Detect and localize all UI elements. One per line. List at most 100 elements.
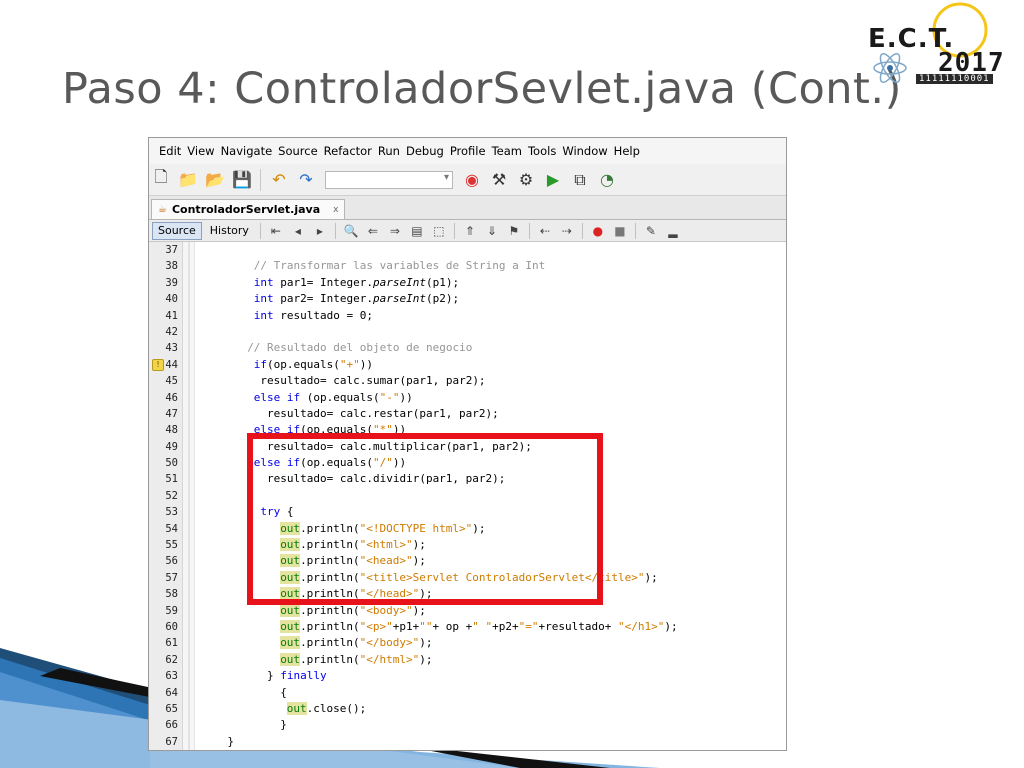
code-line[interactable]: } finally <box>195 668 786 684</box>
debug-icon[interactable]: ⧉ <box>568 168 592 192</box>
code-line[interactable]: resultado= calc.restar(par1, par2); <box>195 406 786 422</box>
menu-item-source[interactable]: Source <box>275 144 321 158</box>
code-line[interactable] <box>195 242 786 258</box>
tab-source[interactable]: Source <box>152 221 202 240</box>
menu-item-edit[interactable]: Edit <box>156 144 184 158</box>
code-token: "<body>" <box>359 603 413 617</box>
menu-item-tools[interactable]: Tools <box>525 144 559 158</box>
menu-item-debug[interactable]: Debug <box>403 144 447 158</box>
code-token: int <box>253 308 274 322</box>
menu-item-navigate[interactable]: Navigate <box>218 144 276 158</box>
previous-bookmark-icon[interactable]: ⇑ <box>460 222 480 240</box>
redo-icon[interactable]: ↷ <box>294 168 318 192</box>
find-previous-icon[interactable]: ⇐ <box>363 222 383 240</box>
toolbar-separator <box>260 168 261 191</box>
code-token: par1= Integer. <box>273 275 374 289</box>
browser-icon[interactable]: ◉ <box>460 168 484 192</box>
menu-item-team[interactable]: Team <box>489 144 525 158</box>
line-number: 62 <box>165 653 178 666</box>
toggle-bookmark-icon[interactable]: ⚑ <box>504 222 524 240</box>
code-line[interactable]: out.close(); <box>195 701 786 717</box>
line-number: 38 <box>165 260 178 273</box>
code-line[interactable]: out.println("</html>"); <box>195 652 786 668</box>
tab-history[interactable]: History <box>204 222 255 240</box>
code-token: + op + <box>432 619 473 633</box>
editor-toolbar-separator <box>581 222 583 239</box>
line-number: 57 <box>165 571 178 584</box>
line-number: 41 <box>165 309 178 322</box>
code-line[interactable]: { <box>195 685 786 701</box>
code-line[interactable]: else if (op.equals("-")) <box>195 390 786 406</box>
configuration-combo[interactable] <box>325 170 453 189</box>
toggle-rect-select-icon[interactable]: ⬚ <box>429 222 449 240</box>
forward-icon[interactable]: ▸ <box>310 222 330 240</box>
build-icon[interactable]: ⚙ <box>514 168 538 192</box>
line-number: 47 <box>165 407 178 420</box>
code-token: (op.equals( <box>300 390 380 404</box>
menu-item-profile[interactable]: Profile <box>447 144 489 158</box>
find-next-icon[interactable]: ⇒ <box>385 222 405 240</box>
code-line[interactable]: out.println("</body>"); <box>195 635 786 651</box>
menu-item-window[interactable]: Window <box>559 144 610 158</box>
menu-item-view[interactable]: View <box>184 144 217 158</box>
line-number-text: 44 <box>165 358 178 371</box>
hint-bulb-icon[interactable]: ! <box>152 358 164 371</box>
profile-icon[interactable]: ◔ <box>595 168 619 192</box>
code-token: par2= Integer. <box>273 292 374 306</box>
code-line[interactable]: resultado= calc.sumar(par1, par2); <box>195 373 786 389</box>
code-token: { <box>280 685 287 699</box>
file-tab-label: ControladorServlet.java <box>171 203 321 216</box>
code-line[interactable]: } <box>195 717 786 733</box>
code-token: // Transformar las variables de String a… <box>253 259 546 273</box>
code-editor[interactable]: 37 38 39 40 41 42 43! 44 45 46 47 48 49 50 51 52 53 54 55 5… <box>149 242 786 750</box>
close-tab-icon[interactable]: x <box>333 205 338 215</box>
new-project-icon[interactable]: 📁 <box>176 168 200 192</box>
back-icon[interactable]: ◂ <box>288 222 308 240</box>
menu-item-run[interactable]: Run <box>375 144 403 158</box>
last-edit-icon[interactable]: ⇤ <box>266 222 286 240</box>
code-line[interactable]: if(op.equals("+")) <box>195 357 786 373</box>
shift-right-icon[interactable]: ⇢ <box>557 222 577 240</box>
code-token: "</h1>" <box>618 619 665 633</box>
code-line[interactable]: out.println("<body>"); <box>195 603 786 619</box>
undo-icon[interactable]: ↶ <box>267 168 291 192</box>
line-number: 56 <box>165 555 178 568</box>
menu-item-refactor[interactable]: Refactor <box>321 144 375 158</box>
shift-left-icon[interactable]: ⇠ <box>535 222 555 240</box>
line-number: 65 <box>165 702 178 715</box>
line-number: 48 <box>165 424 178 437</box>
start-macro-icon[interactable]: ● <box>588 222 608 240</box>
comment-icon[interactable]: ✎ <box>641 222 661 240</box>
code-token: } <box>280 718 287 732</box>
new-file-icon[interactable]: 🗋 <box>149 167 173 192</box>
code-token: // Resultado del objeto de negocio <box>247 341 473 355</box>
main-toolbar: 🗋 📁 📂 💾 ↶ ↷ ◉ ⚒ ⚙ ▶ ⧉ ◔ <box>149 164 786 196</box>
menu-item-help[interactable]: Help <box>611 144 643 158</box>
code-line[interactable]: // Transformar las variables de String a… <box>195 258 786 274</box>
find-icon[interactable]: 🔍 <box>341 222 361 240</box>
code-token: ); <box>644 570 658 584</box>
code-token: "</html>" <box>359 652 420 666</box>
code-token: int <box>253 275 274 289</box>
stop-macro-icon[interactable]: ■ <box>610 222 630 240</box>
code-line[interactable]: } <box>195 734 786 750</box>
file-tab-controladorservlet[interactable]: ☕ ControladorServlet.java x <box>151 199 346 219</box>
next-bookmark-icon[interactable]: ⇓ <box>482 222 502 240</box>
logo-binary-text: 11111110001 <box>916 74 993 84</box>
code-line[interactable] <box>195 324 786 340</box>
uncomment-icon[interactable]: ▂ <box>663 222 683 240</box>
code-line[interactable]: // Resultado del objeto de negocio <box>195 340 786 356</box>
code-token: .println( <box>300 619 360 633</box>
save-all-icon[interactable]: 💾 <box>230 168 254 192</box>
code-token: } <box>267 669 281 683</box>
run-icon[interactable]: ▶ <box>541 168 565 192</box>
code-line[interactable]: int resultado = 0; <box>195 308 786 324</box>
code-token: "+" <box>339 357 360 371</box>
open-project-icon[interactable]: 📂 <box>203 168 227 192</box>
code-token: ); <box>664 619 678 633</box>
toggle-highlight-icon[interactable]: ▤ <box>407 222 427 240</box>
code-line[interactable]: int par1= Integer.parseInt(p1); <box>195 275 786 291</box>
code-line[interactable]: int par2= Integer.parseInt(p2); <box>195 291 786 307</box>
clean-build-icon[interactable]: ⚒ <box>487 168 511 192</box>
code-line[interactable]: out.println("<p>"+p1+""+ op +" "+p2+"="+… <box>195 619 786 635</box>
